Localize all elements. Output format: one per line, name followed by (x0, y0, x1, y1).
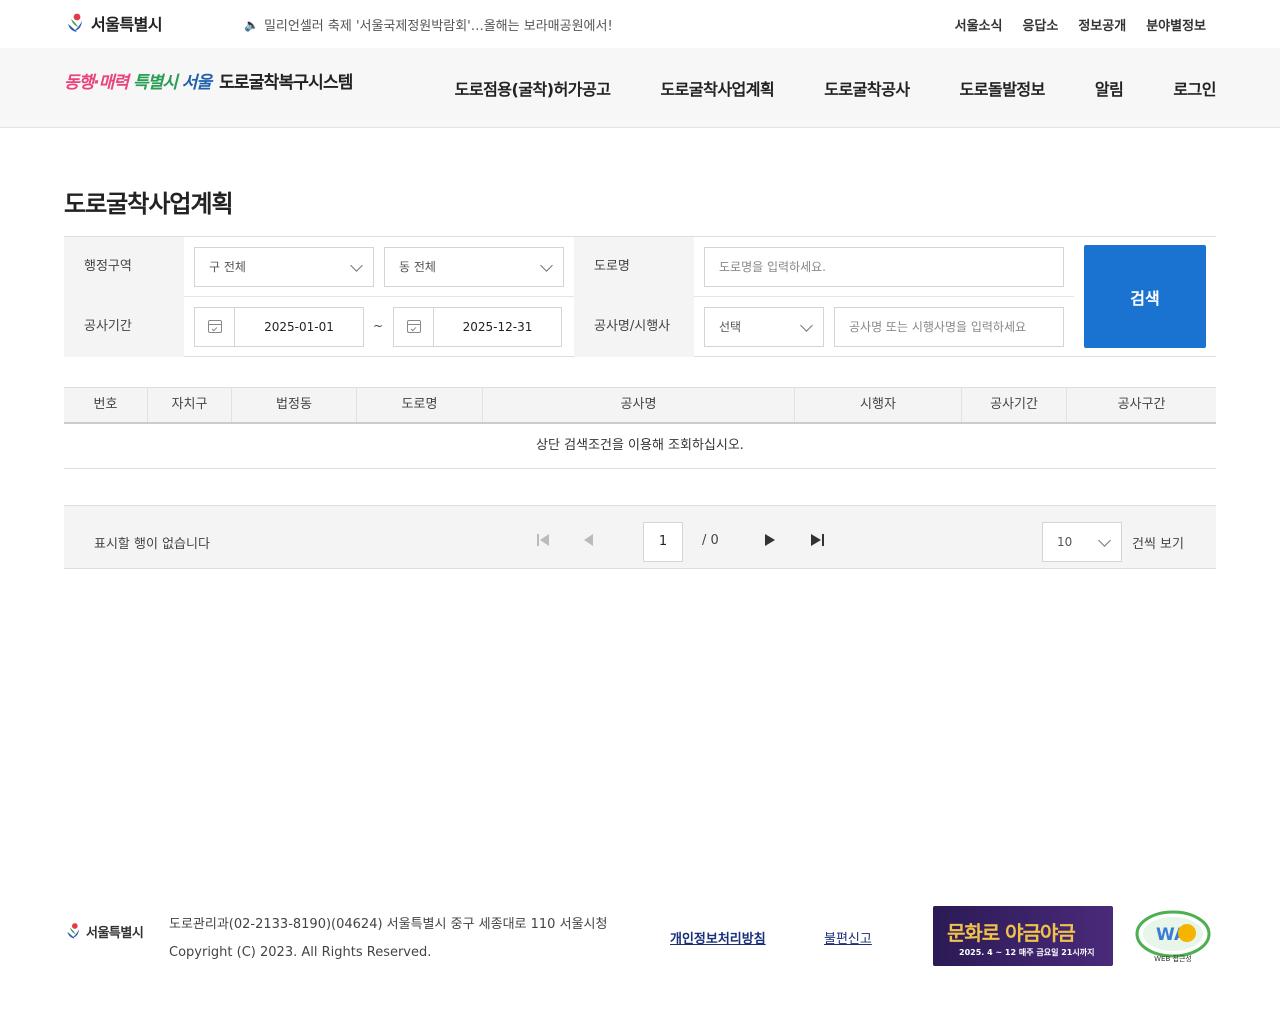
calendar-icon (407, 320, 421, 333)
first-page-icon[interactable] (536, 534, 550, 546)
page-number-input[interactable]: 1 (643, 522, 683, 562)
slogan-part-1: 동행·매력 (64, 73, 129, 93)
system-brand[interactable]: 동행·매력 특별시 서울 도로굴착복구시스템 (64, 68, 353, 93)
chevron-down-icon (800, 319, 813, 332)
search-row-period: 공사기간 2025-01-01 ~ 2025-12-31 공사명/시행사 선택 … (64, 297, 1074, 357)
footer-logo-text: 서울특별시 (86, 925, 144, 941)
prev-page-icon[interactable] (582, 534, 596, 546)
column-header-number[interactable]: 번호 (64, 388, 148, 422)
date-from-field[interactable]: 2025-01-01 (194, 307, 364, 347)
top-link-eungdapso[interactable]: 응답소 (1022, 15, 1058, 34)
page-total: / 0 (702, 533, 719, 548)
chevron-down-icon (1098, 534, 1111, 547)
period-label: 공사기간 (64, 297, 184, 357)
column-header-legal-dong[interactable]: 법정동 (232, 388, 357, 422)
banner-subtitle: 2025. 4 ~ 12 매주 금요일 21시까지 (959, 948, 1095, 957)
main-nav: 도로점용(굴착)허가공고 도로굴착사업계획 도로굴착공사 도로돌발정보 알림 로… (455, 76, 1217, 100)
chevron-down-icon (350, 259, 363, 272)
column-header-period[interactable]: 공사기간 (962, 388, 1067, 422)
road-label: 도로명 (574, 237, 694, 297)
banner-title: 문화로 야금야금 (947, 921, 1076, 945)
privacy-policy-link[interactable]: 개인정보처리방침 (670, 928, 766, 947)
top-link-seoul-news[interactable]: 서울소식 (955, 15, 1003, 34)
column-header-contractor[interactable]: 시행자 (795, 388, 962, 422)
top-link-field-info[interactable]: 분야별정보 (1146, 15, 1206, 34)
seoul-logo-text: 서울특별시 (91, 15, 163, 34)
grid-header: 번호 자치구 법정동 도로명 공사명 시행자 공사기간 공사구간 (64, 387, 1216, 424)
notice-text[interactable]: 밀리언셀러 축제 '서울국제정원박람회'…올해는 보라매공원에서! (264, 15, 613, 34)
seoul-slogan-logo: 동행·매력 특별시 서울 (64, 68, 212, 93)
name-label: 공사명/시행사 (574, 297, 694, 357)
nav-item-road-incident[interactable]: 도로돌발정보 (960, 76, 1046, 100)
nav-item-occupancy-permit[interactable]: 도로점용(굴착)허가공고 (455, 76, 611, 100)
web-accessibility-mark-icon: WA WEB 접근성 (1135, 910, 1211, 963)
calendar-icon (208, 320, 222, 333)
top-links: 서울소식 응답소 정보공개 분야별정보 (955, 15, 1206, 34)
complaint-link[interactable]: 불편신고 (824, 928, 872, 947)
date-from-picker[interactable] (195, 308, 235, 346)
name-type-value: 선택 (719, 320, 742, 334)
footer-copyright: Copyright (C) 2023. All Rights Reserved. (169, 945, 432, 960)
slogan-part-2: 특별시 (132, 73, 178, 93)
search-panel: 행정구역 구 전체 동 전체 도로명 도로명을 입력하세요. 공사기간 2025… (64, 236, 1216, 357)
page-size-value: 10 (1057, 535, 1073, 549)
footer-address-block: 도로관리과(02-2133-8190)(04624) 서울특별시 중구 세종대로… (169, 911, 607, 967)
result-grid: 번호 자치구 법정동 도로명 공사명 시행자 공사기간 공사구간 상단 검색조건… (64, 387, 1216, 469)
date-to-picker[interactable] (394, 308, 434, 346)
grid-empty-message: 상단 검색조건을 이용해 조회하십시오. (64, 424, 1216, 469)
slogan-part-3: 서울 (181, 73, 212, 93)
date-to-field[interactable]: 2025-12-31 (393, 307, 562, 347)
name-type-select[interactable]: 선택 (704, 307, 824, 347)
name-search-input[interactable]: 공사명 또는 시행사명을 입력하세요 (834, 307, 1064, 347)
road-name-input[interactable]: 도로명을 입력하세요. (704, 247, 1064, 287)
dong-select[interactable]: 동 전체 (384, 247, 564, 287)
column-header-work-name[interactable]: 공사명 (483, 388, 795, 422)
nav-item-excavation-plan[interactable]: 도로굴착사업계획 (660, 76, 774, 100)
pager-info: 표시할 행이 없습니다 (94, 537, 210, 552)
seoul-logo-icon (67, 923, 79, 939)
nav-item-notice[interactable]: 알림 (1095, 76, 1124, 100)
gu-select[interactable]: 구 전체 (194, 247, 374, 287)
speaker-icon: 🔈 (244, 17, 259, 32)
last-page-icon[interactable] (811, 534, 825, 546)
region-label: 행정구역 (64, 237, 184, 297)
top-link-info-disclosure[interactable]: 정보공개 (1078, 15, 1126, 34)
seoul-logo[interactable]: 서울특별시 (64, 11, 163, 35)
page-size-unit: 건씩 보기 (1132, 537, 1184, 552)
main-header: 동행·매력 특별시 서울 도로굴착복구시스템 도로점용(굴착)허가공고 도로굴착… (0, 48, 1280, 128)
column-header-road-name[interactable]: 도로명 (357, 388, 483, 422)
grid-pager: 표시할 행이 없습니다 1 / 0 10 건씩 보기 (64, 505, 1216, 569)
culture-event-banner[interactable]: 문화로 야금야금 2025. 4 ~ 12 매주 금요일 21시까지 (933, 906, 1113, 966)
footer-address: 도로관리과(02-2133-8190)(04624) 서울특별시 중구 세종대로… (169, 917, 608, 932)
date-to-value[interactable]: 2025-12-31 (434, 308, 561, 346)
date-from-value[interactable]: 2025-01-01 (235, 308, 363, 346)
top-utility-bar: 서울특별시 🔈 밀리언셀러 축제 '서울국제정원박람회'…올해는 보라매공원에서… (0, 0, 1280, 48)
wa-caption: WEB 접근성 (1154, 954, 1192, 963)
column-header-district[interactable]: 자치구 (148, 388, 232, 422)
date-range-separator: ~ (373, 319, 384, 333)
chevron-down-icon (540, 259, 553, 272)
next-page-icon[interactable] (764, 534, 778, 546)
nav-item-login[interactable]: 로그인 (1173, 76, 1216, 100)
notice-ticker[interactable]: 🔈 밀리언셀러 축제 '서울국제정원박람회'…올해는 보라매공원에서! (244, 15, 613, 35)
page-size-select[interactable]: 10 (1042, 522, 1122, 562)
search-button[interactable]: 검색 (1084, 245, 1206, 348)
gu-select-value: 구 전체 (209, 260, 246, 274)
footer-seoul-logo: 서울특별시 (64, 921, 144, 941)
page-title: 도로굴착사업계획 (64, 190, 234, 218)
search-row-region: 행정구역 구 전체 동 전체 도로명 도로명을 입력하세요. (64, 237, 1074, 297)
nav-item-excavation-work[interactable]: 도로굴착공사 (824, 76, 910, 100)
dong-select-value: 동 전체 (399, 260, 436, 274)
seoul-logo-icon (68, 13, 82, 32)
column-header-section[interactable]: 공사구간 (1067, 388, 1216, 422)
system-name: 도로굴착복구시스템 (219, 73, 353, 93)
